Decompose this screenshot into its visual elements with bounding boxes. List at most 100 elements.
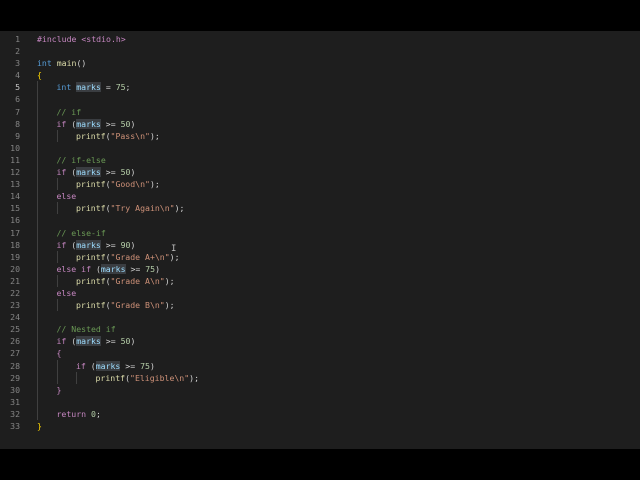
code-line[interactable]: 1 #include <stdio.h> — [0, 33, 640, 45]
token-punctuation: ) — [130, 336, 136, 347]
indent-guide — [37, 359, 38, 372]
code-text: printf("Grade B\n"); — [76, 299, 175, 311]
token-punctuation: ( — [66, 239, 77, 250]
code-line[interactable]: 31 — [0, 395, 640, 408]
token-ctl: { — [56, 348, 62, 359]
line-number: 4 — [15, 70, 20, 81]
token-kw: int — [37, 58, 52, 69]
code-line[interactable]: 27 { — [0, 347, 640, 360]
code-line[interactable]: 2 — [0, 45, 640, 57]
token-str: "Eligible\n" — [130, 372, 190, 383]
code-line[interactable]: 15 printf("Try Again\n"); — [0, 202, 640, 215]
line-number: 29 — [10, 372, 20, 383]
code-line[interactable]: 11 // if-else — [0, 153, 640, 167]
token-ctl: else if — [56, 263, 92, 274]
line-number: 32 — [10, 408, 20, 419]
token-fn: printf — [95, 372, 126, 383]
token-punctuation: >= — [125, 263, 146, 274]
code-line[interactable]: 32 return 0; — [0, 407, 640, 420]
indent-guide — [37, 299, 38, 312]
indent-guide — [56, 129, 58, 142]
line-number: 5 — [15, 82, 20, 93]
token-fn: main — [56, 58, 77, 69]
code-line[interactable]: 24 — [0, 311, 640, 324]
code-line[interactable]: 16 — [0, 214, 640, 227]
token-punctuation: ); — [164, 300, 175, 311]
indent-guide — [37, 214, 38, 227]
line-number: 10 — [10, 142, 20, 153]
line-number: 22 — [10, 287, 20, 298]
token-ctl: else — [56, 191, 77, 202]
code-lines: 1 #include <stdio.h> 2 3 int main() 4{5 int ma… — [0, 33, 640, 432]
indent-guide — [37, 383, 38, 396]
code-line[interactable]: 33} — [0, 420, 640, 432]
token-var: marks — [76, 239, 101, 250]
code-line[interactable]: 3 int main() — [0, 57, 640, 69]
code-text: else — [57, 287, 77, 299]
code-line[interactable]: 26 if (marks >= 50) — [0, 335, 640, 348]
token-num: 75 — [145, 263, 156, 274]
code-text: { — [57, 347, 62, 359]
token-punctuation: ) — [155, 263, 161, 274]
code-line[interactable]: 6 — [0, 93, 640, 106]
token-fn: printf — [76, 179, 106, 190]
line-number: 13 — [10, 179, 20, 190]
code-line[interactable]: 9 printf("Pass\n"); — [0, 129, 640, 142]
code-line[interactable]: 5 int marks = 75; — [0, 81, 640, 94]
code-line[interactable]: 25 // Nested if — [0, 323, 640, 336]
indent-guide — [37, 311, 38, 324]
code-text: printf("Grade A\n"); — [76, 275, 175, 287]
token-punctuation: ( — [91, 263, 101, 274]
code-line[interactable]: 8 if (marks >= 50) — [0, 117, 640, 130]
token-var: marks — [76, 336, 101, 347]
line-number: 31 — [10, 396, 20, 407]
code-text: if (marks >= 75) — [76, 360, 155, 372]
code-line[interactable]: 22 else — [0, 286, 640, 300]
code-line[interactable]: 17 // else-if — [0, 226, 640, 239]
token-punctuation: >= — [100, 239, 121, 250]
indent-guide — [56, 299, 58, 312]
indent-guide — [37, 117, 38, 130]
indent-guide — [37, 238, 38, 251]
indent-guide — [37, 274, 38, 287]
token-ctl: if — [56, 239, 67, 250]
line-number: 23 — [10, 300, 20, 311]
token-ctl: } — [56, 384, 62, 395]
code-line[interactable]: 29 printf("Eligible\n"); — [0, 371, 640, 384]
indent-guide — [37, 105, 38, 118]
code-line[interactable]: 13 printf("Good\n"); — [0, 178, 640, 191]
line-number: 7 — [15, 106, 20, 117]
indent-guide — [56, 274, 58, 287]
token-ctl: else — [56, 287, 77, 298]
code-text: // if-else — [57, 154, 106, 166]
code-line[interactable]: 10 — [0, 141, 640, 154]
code-line[interactable]: 19 printf("Grade A+\n"); — [0, 250, 640, 263]
code-text: else — [57, 190, 77, 202]
code-line[interactable]: 21 printf("Grade A\n"); — [0, 274, 640, 287]
code-line[interactable]: 23 printf("Grade B\n"); — [0, 299, 640, 312]
code-editor[interactable]: 1 #include <stdio.h> 2 3 int main() 4{5 int ma… — [0, 31, 640, 449]
token-com: // if-else — [56, 154, 106, 165]
indent-guide — [37, 226, 38, 239]
token-brace: { — [37, 70, 42, 81]
token-punctuation: ( — [85, 360, 96, 371]
code-line[interactable]: 7 // if — [0, 105, 640, 118]
code-line[interactable]: 12 if (marks >= 50) — [0, 166, 640, 179]
code-line[interactable]: 30} — [0, 383, 640, 396]
code-text: int marks = 75; — [57, 81, 130, 93]
token-str: "Grade A\n" — [110, 275, 165, 286]
token-fn: printf — [76, 251, 106, 262]
code-line[interactable]: 14 else — [0, 190, 640, 203]
token-punctuation: ); — [174, 203, 185, 214]
code-text: if (marks >= 50) — [57, 118, 135, 130]
code-line[interactable]: 18 if (marks >= 90) — [0, 238, 640, 251]
token-punctuation: ); — [149, 130, 160, 141]
code-line[interactable]: 20 else if (marks >= 75) — [0, 262, 640, 275]
indent-guide — [37, 371, 38, 384]
code-line[interactable]: 4{ — [0, 69, 640, 81]
line-number: 6 — [15, 94, 20, 105]
indent-guide — [37, 407, 38, 420]
code-text: if (marks >= 50) — [57, 335, 136, 347]
code-line[interactable]: 28 if (marks >= 75) — [0, 359, 640, 372]
code-text: { — [37, 69, 42, 81]
